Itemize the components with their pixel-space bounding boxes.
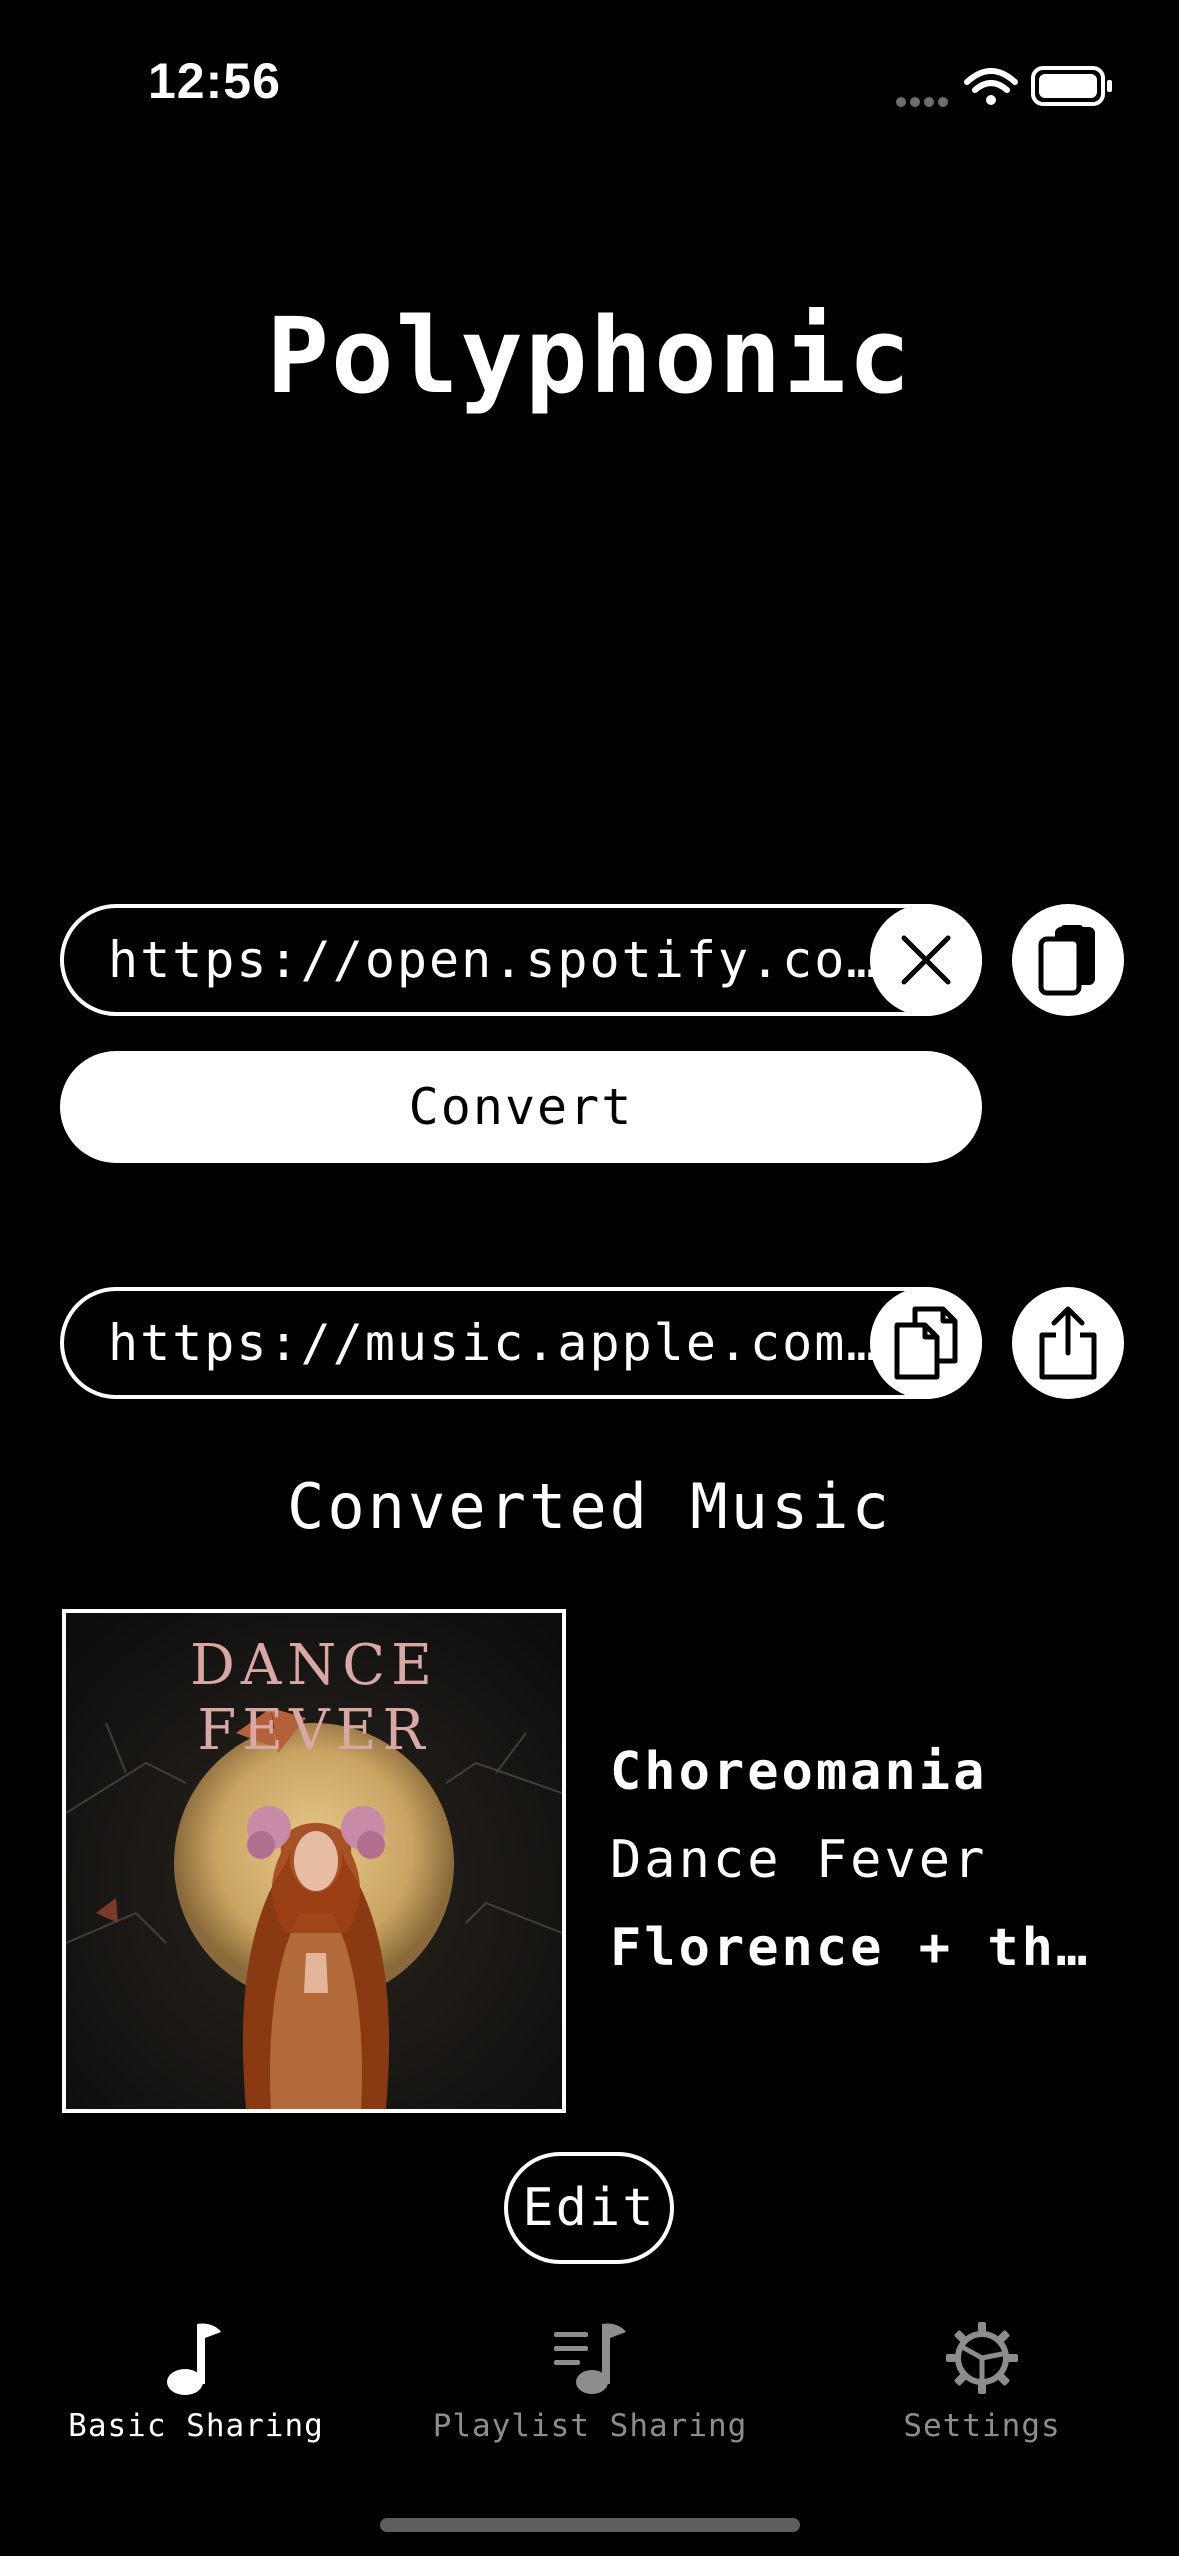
source-url-text[interactable]: https://open.spotify.com…: [108, 908, 898, 1012]
battery-icon: [1031, 66, 1112, 106]
gear-icon: [946, 2322, 1018, 2394]
tab-basic-sharing[interactable]: Basic Sharing: [40, 2318, 352, 2458]
status-icons: [849, 60, 1179, 110]
wifi-icon: [964, 68, 1018, 105]
tab-playlist-sharing-label: Playlist Sharing: [432, 2408, 748, 2444]
track-artist: Florence + the…: [610, 1918, 1090, 1978]
cellular-dots-icon: [896, 97, 948, 107]
track-title: Choreomania: [610, 1742, 988, 1802]
clear-button[interactable]: [870, 904, 982, 1016]
app-title: Polyphonic: [266, 295, 913, 417]
convert-button[interactable]: Convert: [60, 1051, 982, 1163]
tab-basic-sharing-label: Basic Sharing: [68, 2408, 324, 2444]
paste-button[interactable]: [1012, 904, 1124, 1016]
album-artwork: DANCE FEVER: [62, 1609, 566, 2113]
track-album: Dance Fever: [610, 1830, 988, 1890]
result-url-text[interactable]: https://music.apple.com/…: [108, 1291, 898, 1395]
artwork-title-text: DANCE FEVER: [189, 1633, 439, 1763]
converted-heading: Converted Music: [287, 1470, 892, 1543]
share-icon: [1039, 1306, 1097, 1380]
music-note-icon: [167, 2323, 221, 2395]
source-url-field[interactable]: https://open.spotify.com…: [60, 904, 982, 1016]
playlist-icon: [554, 2323, 626, 2394]
home-indicator: [380, 2518, 800, 2532]
result-url-field[interactable]: https://music.apple.com/…: [60, 1287, 982, 1399]
close-icon: [901, 935, 951, 985]
tab-settings[interactable]: Settings: [850, 2318, 1114, 2458]
copy-icon: [894, 1306, 958, 1380]
tab-playlist-sharing[interactable]: Playlist Sharing: [420, 2318, 760, 2458]
share-button[interactable]: [1012, 1287, 1124, 1399]
edit-button[interactable]: Edit: [504, 2152, 674, 2264]
copy-button[interactable]: [870, 1287, 982, 1399]
status-time: 12:56: [148, 53, 281, 109]
tab-settings-label: Settings: [903, 2408, 1061, 2444]
paste-icon: [1038, 925, 1095, 996]
